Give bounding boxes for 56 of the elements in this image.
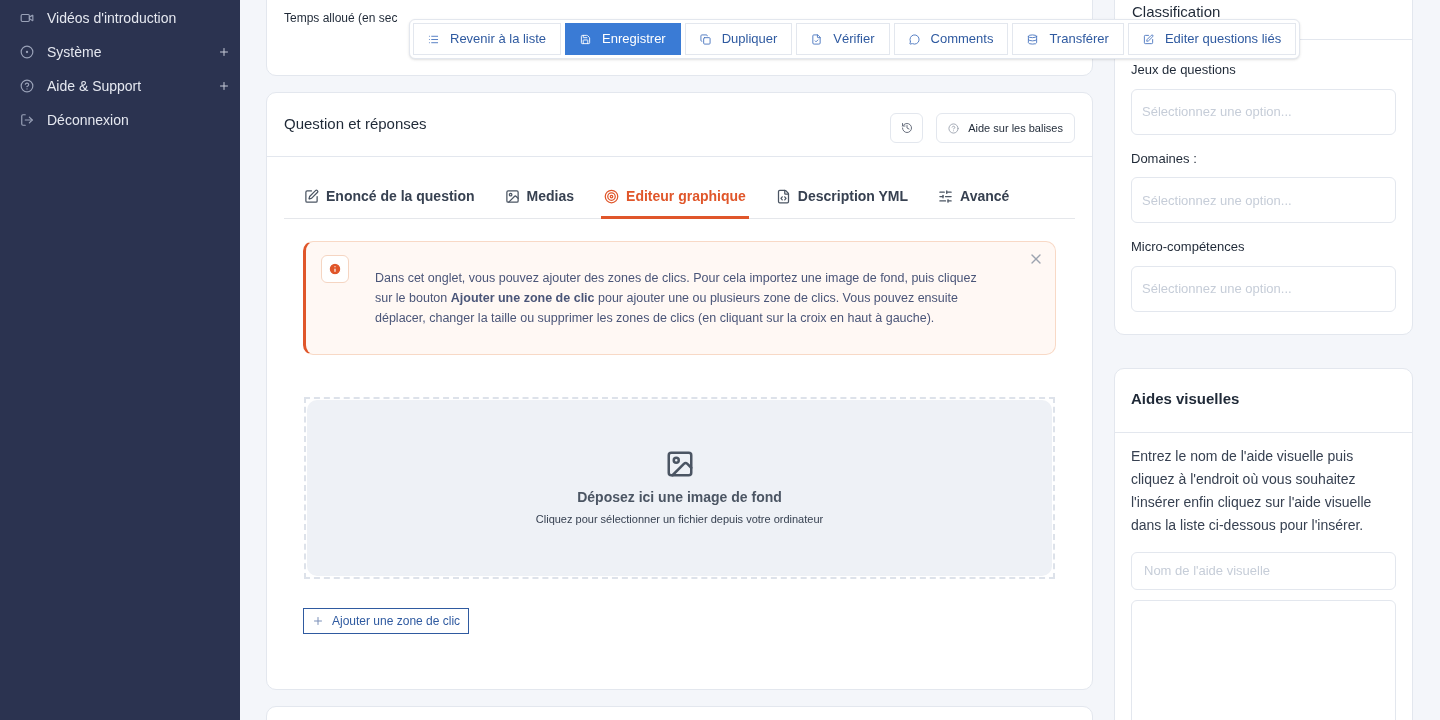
list-icon <box>428 33 439 45</box>
field-label: Jeux de questions <box>1131 61 1237 79</box>
logout-icon <box>20 113 34 127</box>
tab[interactable]: Enoncé de la question <box>301 177 478 219</box>
aid-name-field[interactable]: Nom de l'aide visuelle <box>1131 551 1396 590</box>
video-camera-icon <box>20 11 34 25</box>
select-field[interactable]: Sélectionnez une option... <box>1131 177 1396 223</box>
tab[interactable]: Description YML <box>772 177 912 219</box>
plus-icon <box>312 615 324 627</box>
speech-bubble-icon <box>908 33 920 45</box>
tab[interactable]: Editeur graphique <box>601 177 749 219</box>
toolbar-button[interactable]: Comments <box>893 23 1009 55</box>
field-label: Domaines : <box>1131 149 1198 168</box>
add-zone-button[interactable]: Ajouter une zone de clic <box>303 608 470 634</box>
plus-icon[interactable] <box>218 46 230 58</box>
history-icon <box>900 122 913 134</box>
sidebar-item[interactable]: Aide & Support <box>0 69 240 103</box>
copy-icon <box>699 33 711 45</box>
save-icon <box>580 33 592 45</box>
image-icon <box>504 189 520 204</box>
toolbar-button[interactable]: Editer questions liés <box>1127 23 1297 55</box>
help-icon <box>20 79 34 93</box>
document-icon <box>811 33 823 45</box>
dropzone-title: Déposez ici une image de fond <box>577 487 782 507</box>
alert-text: Dans cet onglet, vous pouvez ajouter des zones de clics. Pour cela importez une image de fond, puis cliquez sur le bouton Ajouter une zone de clic pour ajouter une ou plusieurs zone de clics. Vous pouvez ensuite déplacer, changer la taille ou supprimer les zones de clics (en cliquant sur la croix en haut à gauche). <box>375 270 978 327</box>
info-icon <box>328 262 342 276</box>
toolbar-button[interactable]: Dupliquer <box>684 23 793 55</box>
field-label: Micro-compétences <box>1131 238 1246 256</box>
toolbar-button[interactable]: Transférer <box>1012 23 1124 55</box>
tab[interactable]: Avancé <box>935 177 1013 219</box>
help-button[interactable]: Aide sur les balises <box>936 113 1075 143</box>
dropzone-subtitle: Cliquez pour sélectionner un fichier depuis votre ordinateur <box>535 511 824 527</box>
card-title: Aides visuelles <box>1131 389 1240 407</box>
field-label: Temps alloué (en sec <box>284 10 398 27</box>
toolbar-button[interactable]: Revenir à la liste <box>413 23 562 55</box>
edit-icon <box>1142 33 1154 45</box>
select-field[interactable]: Sélectionnez une option... <box>1131 88 1396 135</box>
toolbar-button[interactable]: Vérifier <box>796 23 890 55</box>
code-file-icon <box>775 189 791 204</box>
sidebar-item[interactable]: Déconnexion <box>0 103 240 137</box>
toolbar-button[interactable]: Enregistrer <box>565 23 681 55</box>
settings-icon <box>20 45 34 59</box>
instructions-text: Entrez le nom de l'aide visuelle puis cliquez à l'endroit où vous souhaitez l'insérer enfin cliquez sur l'aide visuelle dans la liste ci-dessous pour l'insérer. <box>1131 446 1373 535</box>
tab[interactable]: Medias <box>501 177 578 219</box>
target-icon <box>604 189 620 204</box>
database-icon <box>1027 33 1039 45</box>
sidebar-item[interactable]: Système <box>0 35 240 69</box>
edit-icon <box>304 189 319 204</box>
plus-icon[interactable] <box>218 80 230 92</box>
card-title: Classification <box>1132 3 1221 20</box>
help-icon <box>948 122 960 134</box>
select-field[interactable]: Sélectionnez une option... <box>1131 265 1396 312</box>
dropzone[interactable]: Déposez ici une image de fond Cliquez pour sélectionner un fichier depuis votre ordinateur <box>304 397 1055 579</box>
sidebar-item[interactable]: Vidéos d'introduction <box>0 1 240 35</box>
sliders-icon <box>938 189 954 204</box>
card-title: Question et réponses <box>284 114 427 134</box>
